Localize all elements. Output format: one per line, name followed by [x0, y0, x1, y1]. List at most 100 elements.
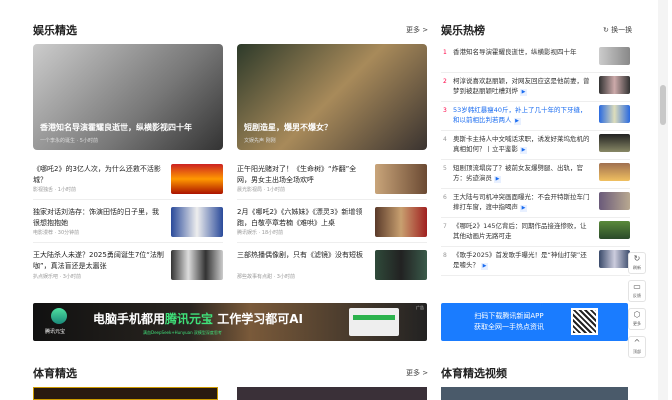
hot-thumbnail — [599, 105, 630, 123]
hot-thumbnail — [599, 76, 630, 94]
more-icon: ⬡ — [633, 310, 641, 319]
hot-list-item[interactable]: 4 奥斯卡主持人中文喊话求职，诱发好莱坞危机的真相如何？丨立平鉴影 ▶ — [441, 131, 630, 160]
hot-title-text: 《哪吒2》145亿背后：同期作品接连惨败，让其他动画片无路可走 — [453, 222, 587, 240]
news-item[interactable]: 三部热播偶像剧，只有《滤镜》没有短板 那些故事有点甜 · 3小时前 — [237, 246, 427, 286]
float-button-top[interactable]: ^ 顶部 — [628, 336, 646, 358]
feature-card[interactable]: 短剧造星，爆男不爆女？ 文娱先声 刚刚 — [237, 44, 427, 150]
refresh-list-button[interactable]: ↻ 换一换 — [603, 25, 632, 35]
top-icon: ^ — [633, 338, 641, 347]
refresh-icon: ↻ — [633, 254, 641, 263]
news-meta: 影视独舌 · 1小时前 — [33, 187, 76, 193]
video-play-icon: ▶ — [513, 118, 521, 125]
more-link[interactable]: 更多 > — [406, 25, 428, 35]
float-label: 更多 — [633, 321, 641, 326]
rank-number: 3 — [443, 107, 447, 114]
hot-title: 《哪吒2》145亿背后：同期作品接连惨败，让其他动画片无路可走 — [453, 221, 593, 241]
hot-list-title: 娱乐热榜 — [441, 24, 485, 37]
news-item[interactable]: 独家对话刘浩存：饰演田恬的日子里，我很想抱抱她电影漫荐 · 30分钟前 — [33, 203, 223, 243]
video-play-icon: ▶ — [520, 205, 527, 212]
hot-thumbnail — [599, 221, 630, 239]
news-title: 王大陆杀人未遂？2025勇阔诞生7位“法制咖”，真法盲还是太嚣张 — [33, 251, 164, 270]
video-play-icon: ▶ — [520, 147, 527, 154]
hot-list-item[interactable]: 3 53岁韩红暴瘦40斤，补上了几十年的下牙缝，和以前相比判若两人 ▶ — [441, 102, 630, 131]
section-title-sports: 体育精选 — [33, 367, 77, 380]
float-button-feedback[interactable]: ▭ 反馈 — [628, 280, 646, 302]
ad-subtext: 满血DeepSeek+Hunyuan 双模型深度思考 — [143, 330, 222, 335]
rank-number: 7 — [443, 223, 447, 230]
news-item[interactable]: 正午阳光赌对了！《生命树》“炸翻”全网，男女主出场全场欢呼晨光影视局 · 1小时… — [237, 160, 427, 200]
news-thumbnail — [375, 164, 427, 194]
news-title: 《哪吒2》的3亿人次，为什么还救不活影城？ — [33, 165, 161, 184]
hot-list-item[interactable]: 6 王大陆与司机冲突画面曝光：不会开特斯拉车门摔打车窗，渡中指喝声 ▶ — [441, 189, 630, 218]
card-meta: 文娱先声 刚刚 — [244, 138, 276, 144]
app-line1: 扫码下载腾讯新闻APP — [474, 312, 544, 320]
hot-list-item[interactable]: 8 《歌手2025》首发歌手曝光！是“神仙打架”还是噱头？ ▶ — [441, 247, 630, 276]
ad-logo-text: 腾讯元宝 — [45, 329, 66, 335]
news-title: 正午阳光赌对了！《生命树》“炸翻”全网，男女主出场全场欢呼 — [237, 165, 357, 184]
rank-number: 2 — [443, 78, 447, 85]
hot-thumbnail — [599, 192, 630, 210]
video-play-icon: ▶ — [494, 176, 501, 183]
news-item[interactable]: 王大陆杀人未遂？2025勇阔诞生7位“法制咖”，真法盲还是太嚣张 扒点娱乐吧 · … — [33, 246, 223, 286]
hot-thumbnail — [599, 250, 630, 268]
hot-title: 香港知名导演霍耀良逝世，纵横影视四十年 — [453, 47, 593, 57]
news-thumbnail — [171, 207, 223, 237]
hot-title-text: 短剧顶流塌房了？被前女友爆劈腿、出轨，官方：劣迹演员 — [453, 164, 583, 182]
feedback-icon: ▭ — [633, 282, 641, 291]
app-download-banner[interactable]: 扫码下载腾讯新闻APP 获取全网一手热点资讯 — [441, 303, 628, 341]
float-label: 反馈 — [633, 293, 641, 298]
news-item[interactable]: 2月《哪吒2》《六姊妹》《漂灵3》新增领跑，白敬亭章若楠《难哄》上桌 腾讯娱乐 ·… — [237, 203, 427, 243]
hot-title: 《歌手2025》首发歌手曝光！是“神仙打架”还是噱头？ ▶ — [453, 250, 593, 270]
hot-title: 柯淳说喜欢赵丽颖，对网友回应这是他前妻，曾梦到被赵丽颖吐槽刘烨 ▶ — [453, 76, 593, 96]
hot-list-item[interactable]: 5 短剧顶流塌房了？被前女友爆劈腿、出轨，官方：劣迹演员 ▶ — [441, 160, 630, 189]
hot-thumbnail — [599, 163, 630, 181]
float-label: 刷新 — [633, 265, 641, 270]
sports-video-card[interactable] — [441, 387, 628, 400]
feature-card[interactable]: 香港知名导演霍耀良逝世，纵横影视四十年 一个李永的诞生 · 5小时前 — [33, 44, 223, 150]
news-meta: 晨光影视局 · 1小时前 — [237, 187, 285, 193]
ad-headline: 电脑手机都用腾讯元宝 工作学习都可AI — [93, 312, 303, 326]
hot-title: 奥斯卡主持人中文喊话求职，诱发好莱坞危机的真相如何？丨立平鉴影 ▶ — [453, 134, 593, 154]
hot-title: 53岁韩红暴瘦40斤，补上了几十年的下牙缝，和以前相比判若两人 ▶ — [453, 105, 593, 125]
ad-badge: 广告 — [416, 305, 424, 310]
section-title-sports-video: 体育精选视频 — [441, 367, 507, 380]
hot-title-text: 《歌手2025》首发歌手曝光！是“神仙打架”还是噱头？ — [453, 251, 587, 269]
float-label: 顶部 — [633, 349, 641, 354]
float-button-refresh[interactable]: ↻ 刷新 — [628, 252, 646, 274]
card-title: 香港知名导演霍耀良逝世，纵横影视四十年 — [40, 123, 192, 132]
hot-list-item[interactable]: 1 香港知名导演霍耀良逝世，纵横影视四十年 — [441, 44, 630, 73]
scrollbar-thumb[interactable] — [660, 85, 666, 125]
scrollbar-track[interactable] — [658, 0, 668, 400]
news-meta: 电影漫荐 · 30分钟前 — [33, 230, 80, 236]
sports-more-link[interactable]: 更多 > — [406, 368, 428, 378]
sports-card[interactable] — [237, 387, 427, 400]
sports-card[interactable] — [33, 387, 218, 400]
news-title: 三部热播偶像剧，只有《滤镜》没有短板 — [237, 251, 363, 259]
news-title: 独家对话刘浩存：饰演田恬的日子里，我很想抱抱她 — [33, 208, 159, 227]
section-title-entertainment: 娱乐精选 — [33, 24, 77, 37]
hot-thumbnail — [599, 47, 630, 65]
ad-screenshot — [349, 308, 399, 336]
rank-number: 1 — [443, 49, 447, 56]
qr-code — [571, 308, 598, 335]
news-thumbnail — [171, 250, 223, 280]
refresh-label: 换一换 — [611, 26, 633, 34]
rank-number: 5 — [443, 165, 447, 172]
hot-list-item[interactable]: 2 柯淳说喜欢赵丽颖，对网友回应这是他前妻，曾梦到被赵丽颖吐槽刘烨 ▶ — [441, 73, 630, 102]
hot-title: 王大陆与司机冲突画面曝光：不会开特斯拉车门摔打车窗，渡中指喝声 ▶ — [453, 192, 593, 212]
news-item[interactable]: 《哪吒2》的3亿人次，为什么还救不活影城？ 影视独舌 · 1小时前 — [33, 160, 223, 200]
news-thumbnail — [375, 207, 427, 237]
yuanbao-logo-icon — [51, 308, 67, 324]
app-line2: 获取全网一手热点资讯 — [474, 323, 544, 331]
card-meta: 一个李永的诞生 · 5小时前 — [40, 138, 98, 144]
video-play-icon: ▶ — [520, 89, 527, 96]
refresh-icon: ↻ — [603, 26, 612, 34]
news-thumbnail — [375, 250, 427, 280]
rank-number: 8 — [443, 252, 447, 259]
rank-number: 6 — [443, 194, 447, 201]
rank-number: 4 — [443, 136, 447, 143]
hot-title: 短剧顶流塌房了？被前女友爆劈腿、出轨，官方：劣迹演员 ▶ — [453, 163, 593, 183]
float-button-more[interactable]: ⬡ 更多 — [628, 308, 646, 330]
ad-banner[interactable]: 腾讯元宝 电脑手机都用腾讯元宝 工作学习都可AI 满血DeepSeek+Huny… — [33, 303, 427, 341]
hot-list-item[interactable]: 7 《哪吒2》145亿背后：同期作品接连惨败，让其他动画片无路可走 — [441, 218, 630, 247]
